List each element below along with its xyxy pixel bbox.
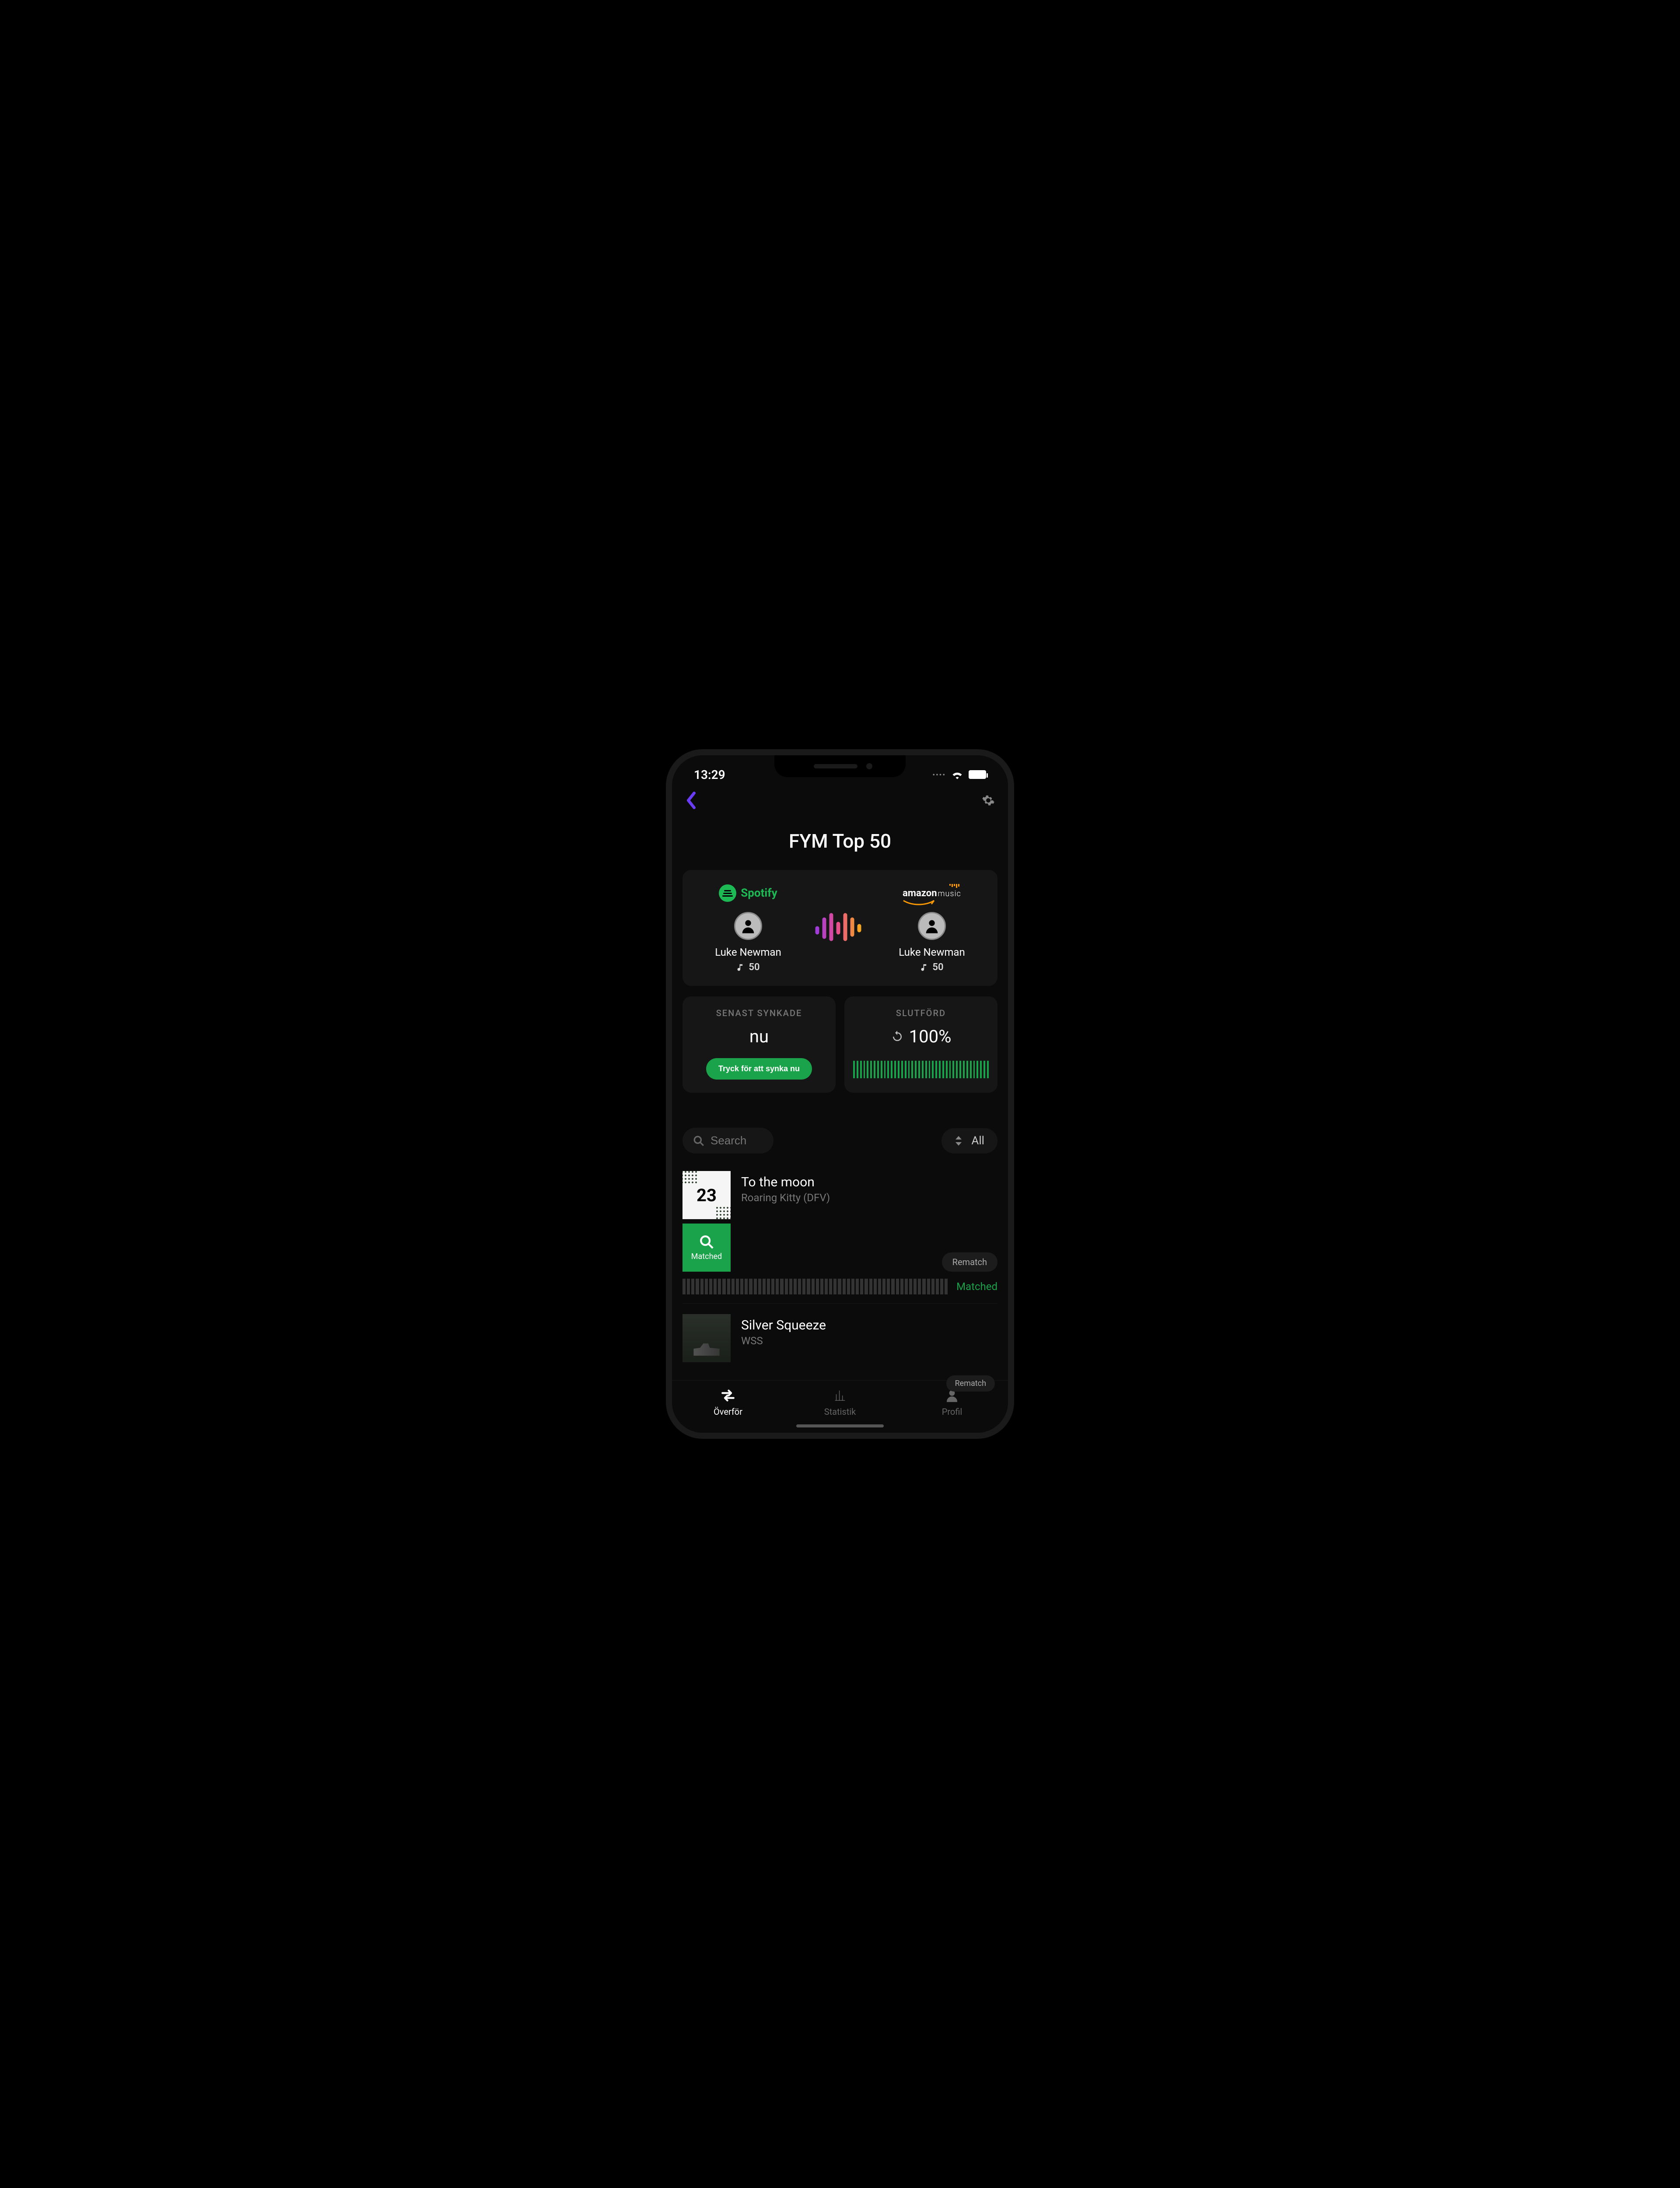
- transfer-wave-icon: [814, 911, 866, 946]
- content: FYM Top 50 Spotify Luke Newman 50: [672, 817, 1008, 1380]
- notch: [774, 755, 906, 777]
- completed-label: SLUTFÖRD: [896, 1008, 946, 1018]
- refresh-icon: [891, 1030, 904, 1043]
- track-artist: Roaring Kitty (DFV): [741, 1192, 998, 1204]
- target-service: amazonmusic Luke Newman 50: [884, 883, 980, 973]
- track-cover: 23: [682, 1171, 731, 1219]
- filter-label: All: [971, 1134, 984, 1147]
- tab-label: Profil: [942, 1406, 962, 1417]
- spotify-brand-text: Spotify: [741, 887, 777, 900]
- track-title: Silver Squeeze: [741, 1318, 998, 1333]
- cover-text: 23: [696, 1185, 717, 1206]
- signal-dots-icon: ••••: [932, 771, 946, 779]
- track-cover: [682, 1314, 731, 1362]
- matched-indicator: Matched: [682, 1224, 731, 1272]
- wifi-icon: [951, 770, 963, 779]
- gear-icon: [982, 794, 995, 807]
- track-status: Matched: [956, 1280, 998, 1293]
- nav-bar: [672, 786, 1008, 817]
- screen: 13:29 •••• FYM Top 50 Spotify: [672, 755, 1008, 1433]
- services-card: Spotify Luke Newman 50: [682, 870, 998, 986]
- track-item[interactable]: 23 To the moon Roaring Kitty (DFV) Match…: [682, 1171, 998, 1304]
- target-user-name: Luke Newman: [899, 946, 965, 958]
- tab-label: Statistik: [824, 1406, 856, 1417]
- amazon-smile-icon: [903, 898, 938, 903]
- music-note-icon: [920, 963, 929, 972]
- search-icon: [693, 1135, 704, 1147]
- home-indicator[interactable]: [796, 1424, 884, 1427]
- completed-percent: 100%: [909, 1026, 952, 1047]
- rematch-button[interactable]: Rematch: [942, 1252, 998, 1272]
- sort-icon: [955, 1136, 962, 1146]
- completed-card: SLUTFÖRD 100%: [844, 996, 998, 1093]
- back-button[interactable]: [685, 792, 697, 811]
- amazon-music-logo: amazonmusic: [903, 883, 961, 903]
- source-service: Spotify Luke Newman 50: [700, 883, 796, 973]
- status-right: ••••: [932, 770, 986, 779]
- last-synced-value: nu: [749, 1026, 769, 1047]
- source-track-count: 50: [736, 962, 760, 973]
- completed-progress: [853, 1061, 989, 1078]
- amazon-text: amazon: [903, 889, 937, 898]
- status-time: 13:29: [694, 768, 725, 782]
- track-item[interactable]: Silver Squeeze WSS: [682, 1314, 998, 1371]
- music-note-icon: [736, 963, 745, 972]
- last-synced-card: SENAST SYNKADE nu Tryck för att synka nu: [682, 996, 836, 1093]
- track-artist: WSS: [741, 1335, 998, 1347]
- settings-button[interactable]: [982, 794, 995, 809]
- search-row: All: [682, 1128, 998, 1154]
- stats-row: SENAST SYNKADE nu Tryck för att synka nu…: [682, 996, 998, 1093]
- amazon-music-text: music: [938, 890, 961, 898]
- search-field[interactable]: [682, 1128, 774, 1154]
- track-title: To the moon: [741, 1175, 998, 1190]
- source-count-value: 50: [749, 962, 760, 973]
- rematch-badge[interactable]: Rematch: [946, 1375, 995, 1392]
- phone-frame: 13:29 •••• FYM Top 50 Spotify: [672, 755, 1008, 1433]
- target-track-count: 50: [920, 962, 943, 973]
- last-synced-label: SENAST SYNKADE: [716, 1008, 802, 1018]
- battery-icon: [969, 770, 986, 779]
- tab-stats[interactable]: Statistik: [784, 1381, 896, 1424]
- search-icon: [699, 1234, 714, 1249]
- amazon-eq-icon: [949, 884, 959, 888]
- sync-now-button[interactable]: Tryck för att synka nu: [706, 1058, 812, 1080]
- tab-transfer[interactable]: Överför: [672, 1381, 784, 1424]
- source-avatar[interactable]: [734, 912, 762, 940]
- track-progress: [682, 1279, 948, 1294]
- stats-icon: [833, 1388, 847, 1403]
- target-count-value: 50: [932, 962, 943, 973]
- transfer-icon: [721, 1388, 735, 1403]
- source-user-name: Luke Newman: [715, 946, 781, 958]
- tab-profile[interactable]: Rematch Profil: [896, 1381, 1008, 1424]
- search-input[interactable]: [710, 1134, 763, 1147]
- spotify-icon: [719, 884, 736, 902]
- person-icon: [739, 917, 757, 935]
- spotify-logo: Spotify: [719, 883, 777, 903]
- filter-button[interactable]: All: [942, 1128, 998, 1154]
- completed-value: 100%: [891, 1026, 952, 1047]
- target-avatar[interactable]: [918, 912, 946, 940]
- person-icon: [923, 917, 941, 935]
- page-title: FYM Top 50: [682, 830, 998, 852]
- tab-label: Överför: [714, 1406, 742, 1417]
- matched-text: Matched: [691, 1252, 722, 1261]
